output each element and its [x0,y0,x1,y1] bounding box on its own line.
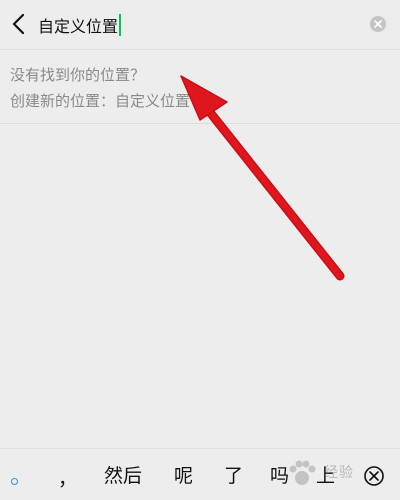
chevron-left-icon[interactable] [9,12,29,36]
clear-circle-icon[interactable] [370,16,386,32]
create-location-item[interactable]: 没有找到你的位置？ 创建新的位置：自定义位置 [0,50,400,124]
candidate-le[interactable]: 了 [224,465,243,487]
candidate-comma[interactable]: ， [58,468,77,490]
search-query-text: 自定义位置 [38,17,119,36]
candidate-dot-icon [11,478,18,485]
candidate-ma[interactable]: 吗 [270,465,289,487]
create-location-text: 创建新的位置：自定义位置 [10,92,191,110]
candidate-ranhou[interactable]: 然后 [104,465,142,487]
text-caret [119,14,122,36]
search-bar: 自定义位置 [0,0,400,50]
not-found-text: 没有找到你的位置？ [10,66,146,84]
search-input[interactable]: 自定义位置 [38,8,354,42]
delete-circle-x-icon[interactable] [363,465,385,487]
candidate-shang[interactable]: 上 [316,465,335,487]
candidate-ne[interactable]: 呢 [174,465,193,487]
